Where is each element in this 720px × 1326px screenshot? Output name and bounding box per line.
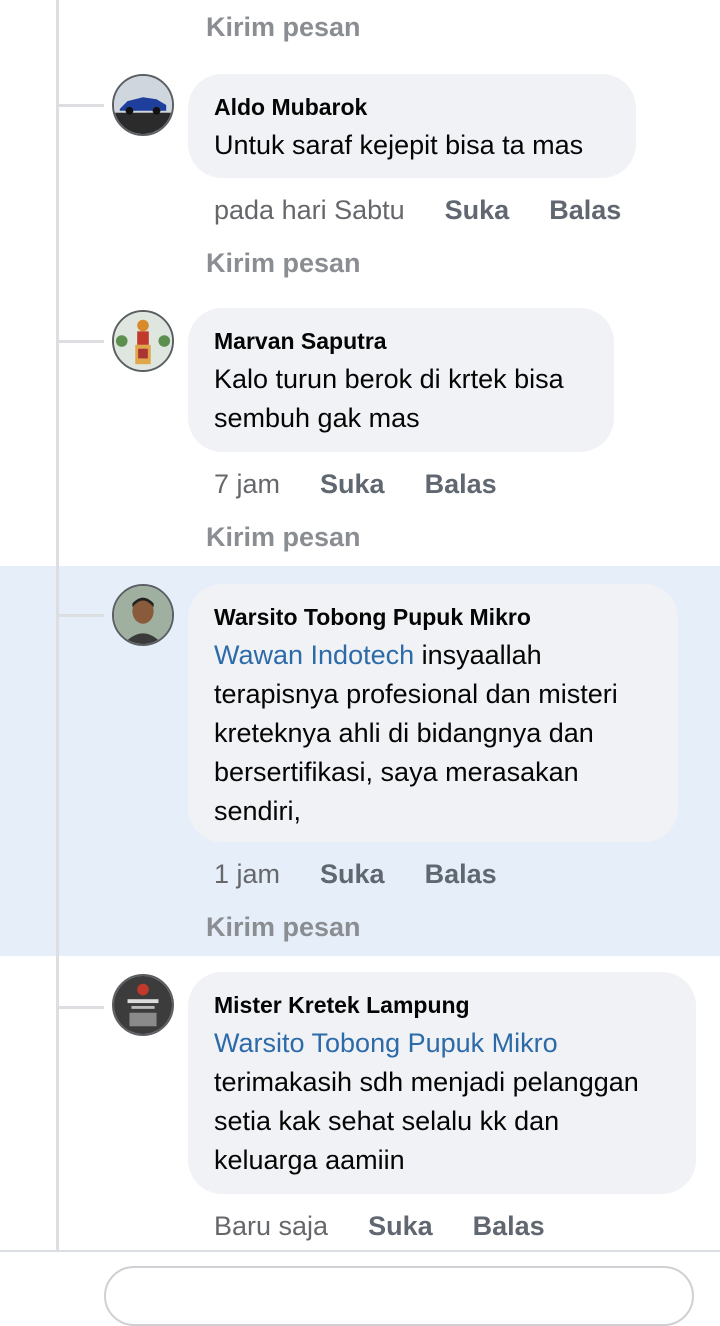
logo-avatar-icon [114, 976, 172, 1034]
comment-text-fragment: insyaallah [414, 640, 542, 670]
comment-text-line: setia kak sehat selalu kk dan [214, 1106, 560, 1136]
thread-branch [56, 1006, 104, 1009]
thread-branch [56, 340, 104, 343]
comment-text-line: kreteknya ahli di bidangnya dan [214, 718, 594, 748]
thread-branch [56, 104, 104, 107]
like-button[interactable]: Suka [445, 195, 510, 226]
comment-author[interactable]: Mister Kretek Lampung [214, 990, 670, 1020]
send-message-link[interactable]: Kirim pesan [206, 248, 361, 279]
person-avatar-icon [114, 586, 172, 644]
comment-bubble[interactable]: Mister Kretek Lampung Warsito Tobong Pup… [188, 972, 696, 1194]
comment-text-line: sembuh gak mas [214, 403, 420, 433]
comment-text-line: terimakasih sdh menjadi pelanggan [214, 1067, 639, 1097]
like-button[interactable]: Suka [368, 1211, 433, 1242]
comment-text-line: Kalo turun berok di krtek bisa [214, 364, 564, 394]
thread-line [56, 0, 59, 1250]
comment-text: Untuk saraf kejepit bisa ta mas [214, 130, 584, 160]
comment-author[interactable]: Aldo Mubarok [214, 92, 610, 122]
comment-text-line: keluarga aamiin [214, 1145, 405, 1175]
comment-bubble[interactable]: Marvan Saputra Kalo turun berok di krtek… [188, 308, 614, 452]
comment-text-line: Wawan Indotech insyaallah [214, 636, 652, 675]
comment-text-line: sendiri, [214, 796, 302, 826]
comment-time[interactable]: pada hari Sabtu [214, 195, 405, 226]
comment-bubble[interactable]: Aldo Mubarok Untuk saraf kejepit bisa ta… [188, 74, 636, 178]
like-button[interactable]: Suka [320, 859, 385, 890]
mention-link[interactable]: Warsito Tobong Pupuk Mikro [214, 1024, 670, 1063]
comment-author[interactable]: Warsito Tobong Pupuk Mikro [214, 602, 652, 632]
comment-author[interactable]: Marvan Saputra [214, 326, 588, 356]
like-button[interactable]: Suka [320, 469, 385, 500]
reply-button[interactable]: Balas [425, 469, 497, 500]
comment-actions: pada hari Sabtu Suka Balas [214, 190, 621, 230]
mention-link[interactable]: Wawan Indotech [214, 640, 414, 670]
comment-text-line: bersertifikasi, saya merasakan [214, 757, 579, 787]
send-message-link[interactable]: Kirim pesan [206, 12, 361, 43]
avatar[interactable] [112, 974, 174, 1036]
comment-time[interactable]: 7 jam [214, 469, 280, 500]
reply-button[interactable]: Balas [425, 859, 497, 890]
comment-actions: 1 jam Suka Balas [214, 854, 497, 894]
comment-bubble[interactable]: Warsito Tobong Pupuk Mikro Wawan Indotec… [188, 584, 678, 842]
comment-actions: Baru saja Suka Balas [214, 1206, 545, 1246]
comment-time[interactable]: Baru saja [214, 1211, 328, 1242]
reply-button[interactable]: Balas [549, 195, 621, 226]
thread-branch [56, 614, 104, 617]
comment-input[interactable] [104, 1266, 694, 1326]
comment-text-line: terapisnya profesional dan misteri [214, 679, 618, 709]
comment-time[interactable]: 1 jam [214, 859, 280, 890]
avatar[interactable] [112, 310, 174, 372]
send-message-link[interactable]: Kirim pesan [206, 522, 361, 553]
composer-divider [0, 1250, 720, 1252]
comment-actions: 7 jam Suka Balas [214, 464, 497, 504]
avatar[interactable] [112, 74, 174, 136]
car-avatar-icon [114, 76, 172, 134]
reply-button[interactable]: Balas [473, 1211, 545, 1242]
send-message-link[interactable]: Kirim pesan [206, 912, 361, 943]
avatar[interactable] [112, 584, 174, 646]
statue-avatar-icon [114, 312, 172, 370]
